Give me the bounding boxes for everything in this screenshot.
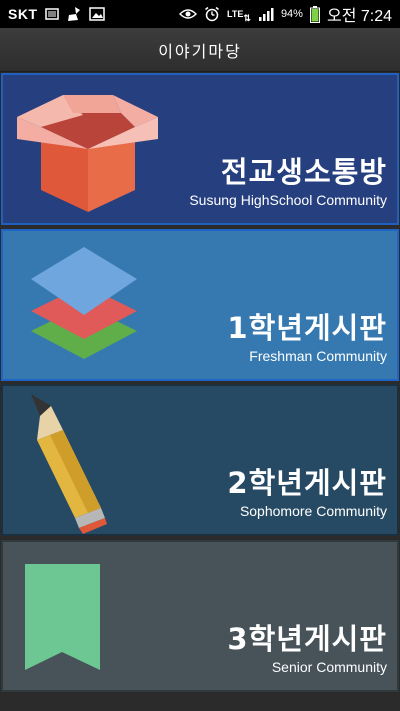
board-title: 2학년게시판 <box>227 466 387 500</box>
alarm-icon <box>204 6 220 22</box>
open-box-icon <box>13 87 163 219</box>
battery-icon <box>309 5 320 23</box>
board-title: 3학년게시판 <box>227 622 387 656</box>
status-bar: SKT LTE ⇅ 94% 오전 7:24 <box>0 0 400 28</box>
app-header: 이야기마당 <box>0 28 400 72</box>
sim-card-icon <box>44 7 59 21</box>
board-sophomore[interactable]: 2학년게시판 Sophomore Community <box>1 384 399 536</box>
layers-icon <box>25 241 143 369</box>
board-freshman[interactable]: 1학년게시판 Freshman Community <box>1 229 399 381</box>
battery-percent: 94% <box>280 8 303 20</box>
pencil-icon <box>23 390 113 534</box>
board-senior[interactable]: 3학년게시판 Senior Community <box>1 540 399 692</box>
signal-icon <box>258 7 274 21</box>
board-subtitle: Freshman Community <box>249 348 387 364</box>
lte-icon: LTE ⇅ <box>227 8 251 23</box>
bottom-strip <box>0 694 400 711</box>
bookmark-icon <box>25 564 103 676</box>
image-icon <box>88 7 105 21</box>
cleanup-icon <box>66 6 82 22</box>
carrier-label: SKT <box>8 6 38 22</box>
board-whole-school[interactable]: 전교생소통방 Susung HighSchool Community <box>1 73 399 225</box>
eye-icon <box>179 8 198 20</box>
clock: 오전 7:24 <box>326 8 392 25</box>
board-title: 전교생소통방 <box>220 155 387 189</box>
board-subtitle: Sophomore Community <box>239 503 387 519</box>
board-subtitle: Senior Community <box>271 659 387 675</box>
board-subtitle: Susung HighSchool Community <box>189 192 387 208</box>
board-title: 1학년게시판 <box>227 311 387 345</box>
page-title: 이야기마당 <box>158 41 242 61</box>
